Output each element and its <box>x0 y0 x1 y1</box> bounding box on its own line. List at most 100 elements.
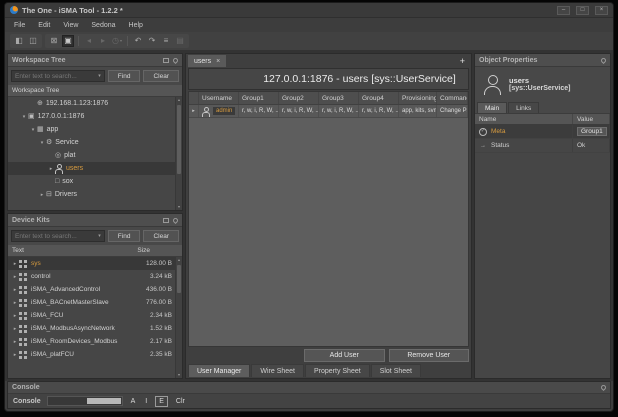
device-kits-scrollbar[interactable]: ▴ ▾ <box>175 257 182 378</box>
menu-sedona[interactable]: Sedona <box>91 22 115 29</box>
minimize-button[interactable]: – <box>557 6 570 15</box>
pin-icon[interactable] <box>600 384 607 391</box>
expander-icon[interactable]: ▸ <box>38 192 46 198</box>
device-kits-search-input[interactable] <box>15 233 98 240</box>
forward-icon[interactable]: ▸ <box>97 35 109 47</box>
tab-links[interactable]: Links <box>508 102 539 113</box>
console-all-button[interactable]: A <box>129 396 138 407</box>
workspace-tree-scrollbar[interactable]: ▴ ▾ <box>175 97 182 210</box>
user-row-admin[interactable]: ▸ admin r, w, i, R, W, ... r, w, i, R, W… <box>189 105 468 118</box>
menu-edit[interactable]: Edit <box>38 22 50 29</box>
console-info-button[interactable]: I <box>143 396 149 407</box>
pin-icon[interactable] <box>172 216 179 223</box>
float-panel-icon[interactable] <box>163 58 169 63</box>
tab-slot-sheet[interactable]: Slot Sheet <box>371 364 421 377</box>
disconnect-icon[interactable]: ⊠ <box>48 35 60 47</box>
property-row-status[interactable]: →Status Ok <box>475 139 610 153</box>
tree-node-localhost[interactable]: ▾ ▣ 127.0.0.1:1876 <box>8 110 175 123</box>
provisioning-column-header[interactable]: Provisioning... <box>399 92 437 104</box>
expander-icon[interactable]: ▸ <box>11 261 19 267</box>
workspace-tree-find-button[interactable]: Find <box>108 70 141 82</box>
console-clear-button[interactable]: Clr <box>174 396 187 407</box>
pin-icon[interactable] <box>172 56 179 63</box>
group4-column-header[interactable]: Group4 <box>359 92 399 104</box>
print-icon[interactable]: ▤ <box>174 35 186 47</box>
group3-cell[interactable]: r, w, i, R, W, ... <box>319 105 359 117</box>
tab-wire-sheet[interactable]: Wire Sheet <box>251 364 304 377</box>
group1-column-header[interactable]: Group1 <box>239 92 279 104</box>
remove-user-button[interactable]: Remove User <box>389 349 470 362</box>
group2-cell[interactable]: r, w, i, R, W, ... <box>279 105 319 117</box>
expander-icon[interactable]: ▸ <box>11 352 19 358</box>
menu-file[interactable]: File <box>14 22 25 29</box>
tab-property-sheet[interactable]: Property Sheet <box>305 364 370 377</box>
kit-row-modbus-async[interactable]: ▸ iSMA_ModbusAsyncNetwork 1.52 kB <box>8 322 175 335</box>
expander-icon[interactable]: ▸ <box>11 339 19 345</box>
workspace-panel-icon[interactable]: ◧ <box>13 35 25 47</box>
expander-icon[interactable]: ▸ <box>11 313 19 319</box>
commands-column-header[interactable]: Commands <box>437 92 468 104</box>
expander-icon[interactable]: ▸ <box>11 300 19 306</box>
kit-row-control[interactable]: ▸ control 3.24 kB <box>8 270 175 283</box>
add-tab-button[interactable]: + <box>456 55 469 67</box>
tree-node-service[interactable]: ▾ ⚙ Service <box>8 136 175 149</box>
name-column-header[interactable]: Name <box>475 114 573 124</box>
close-button[interactable]: × <box>595 6 608 15</box>
menu-help[interactable]: Help <box>129 22 143 29</box>
back-icon[interactable]: ◂ <box>83 35 95 47</box>
maximize-button[interactable]: □ <box>576 6 589 15</box>
workspace-tree-search-input[interactable] <box>15 73 98 80</box>
pin-icon[interactable] <box>600 56 607 63</box>
history-icon[interactable]: ◷▾ <box>111 35 123 47</box>
kit-row-advanced-control[interactable]: ▸ iSMA_AdvancedControl 436.00 B <box>8 283 175 296</box>
provisioning-cell[interactable]: app, kits, svm <box>399 105 437 117</box>
expander-icon[interactable]: ▸ <box>11 287 19 293</box>
tree-node-app[interactable]: ▾ ▦ app <box>8 123 175 136</box>
change-password-button[interactable]: Change Passw... <box>437 105 468 117</box>
property-row-meta[interactable]: ✓Meta Group1 <box>475 125 610 139</box>
scrollbar-thumb[interactable] <box>177 265 181 293</box>
search-dropdown-icon[interactable]: ▾ <box>98 233 101 239</box>
float-panel-icon[interactable] <box>163 218 169 223</box>
device-kits-search-box[interactable]: ▾ <box>11 230 105 242</box>
username-cell[interactable]: admin <box>199 105 239 117</box>
search-dropdown-icon[interactable]: ▾ <box>98 73 101 79</box>
group4-cell[interactable]: r, w, i, R, W, ... <box>359 105 399 117</box>
add-user-button[interactable]: Add User <box>304 349 385 362</box>
list-icon[interactable]: ≡ <box>160 35 172 47</box>
expander-icon[interactable]: ▾ <box>29 127 37 133</box>
scroll-down-icon[interactable]: ▾ <box>178 204 180 210</box>
kit-row-room-devices[interactable]: ▸ iSMA_RoomDevices_Modbus 2.17 kB <box>8 335 175 348</box>
expander-icon[interactable]: ▾ <box>20 114 28 120</box>
expander-icon[interactable]: ▸ <box>11 326 19 332</box>
kit-row-platfcu[interactable]: ▸ iSMA_platFCU 2.35 kB <box>8 348 175 361</box>
expander-icon[interactable]: ▸ <box>47 166 55 172</box>
tab-user-manager[interactable]: User Manager <box>188 364 250 377</box>
console-error-button[interactable]: E <box>155 396 168 407</box>
tab-main[interactable]: Main <box>477 102 507 113</box>
undo-icon[interactable]: ↶ <box>132 35 144 47</box>
tree-node-sox[interactable]: □ sox <box>8 175 175 188</box>
group1-cell[interactable]: r, w, i, R, W, ... <box>239 105 279 117</box>
tab-close-icon[interactable]: × <box>216 58 220 65</box>
expander-icon[interactable]: ▾ <box>38 140 46 146</box>
value-column-header[interactable]: Value <box>573 114 610 124</box>
redo-icon[interactable]: ↷ <box>146 35 158 47</box>
tree-node-remote-host[interactable]: ⊕ 192.168.1.123:1876 <box>8 97 175 110</box>
workspace-tree-search-box[interactable]: ▾ <box>11 70 105 82</box>
scroll-down-icon[interactable]: ▾ <box>178 372 180 378</box>
device-kits-clear-button[interactable]: Clear <box>143 230 179 242</box>
tree-node-plat[interactable]: ◎ plat <box>8 149 175 162</box>
kit-row-bacnet[interactable]: ▸ iSMA_BACnetMasterSlave 776.00 B <box>8 296 175 309</box>
workspace-tree-clear-button[interactable]: Clear <box>143 70 179 82</box>
expander-icon[interactable]: ▸ <box>11 274 19 280</box>
menu-view[interactable]: View <box>63 22 78 29</box>
tree-node-users[interactable]: ▸ users <box>8 162 175 175</box>
group3-column-header[interactable]: Group3 <box>319 92 359 104</box>
connect-icon[interactable]: ▣ <box>62 35 74 47</box>
tab-users[interactable]: users × <box>188 55 226 67</box>
meta-value-dropdown[interactable]: Group1 <box>577 127 607 136</box>
tree-node-drivers[interactable]: ▸ ⊟ Drivers <box>8 188 175 201</box>
new-view-icon[interactable]: ◫ <box>27 35 39 47</box>
username-column-header[interactable]: Username <box>199 92 239 104</box>
